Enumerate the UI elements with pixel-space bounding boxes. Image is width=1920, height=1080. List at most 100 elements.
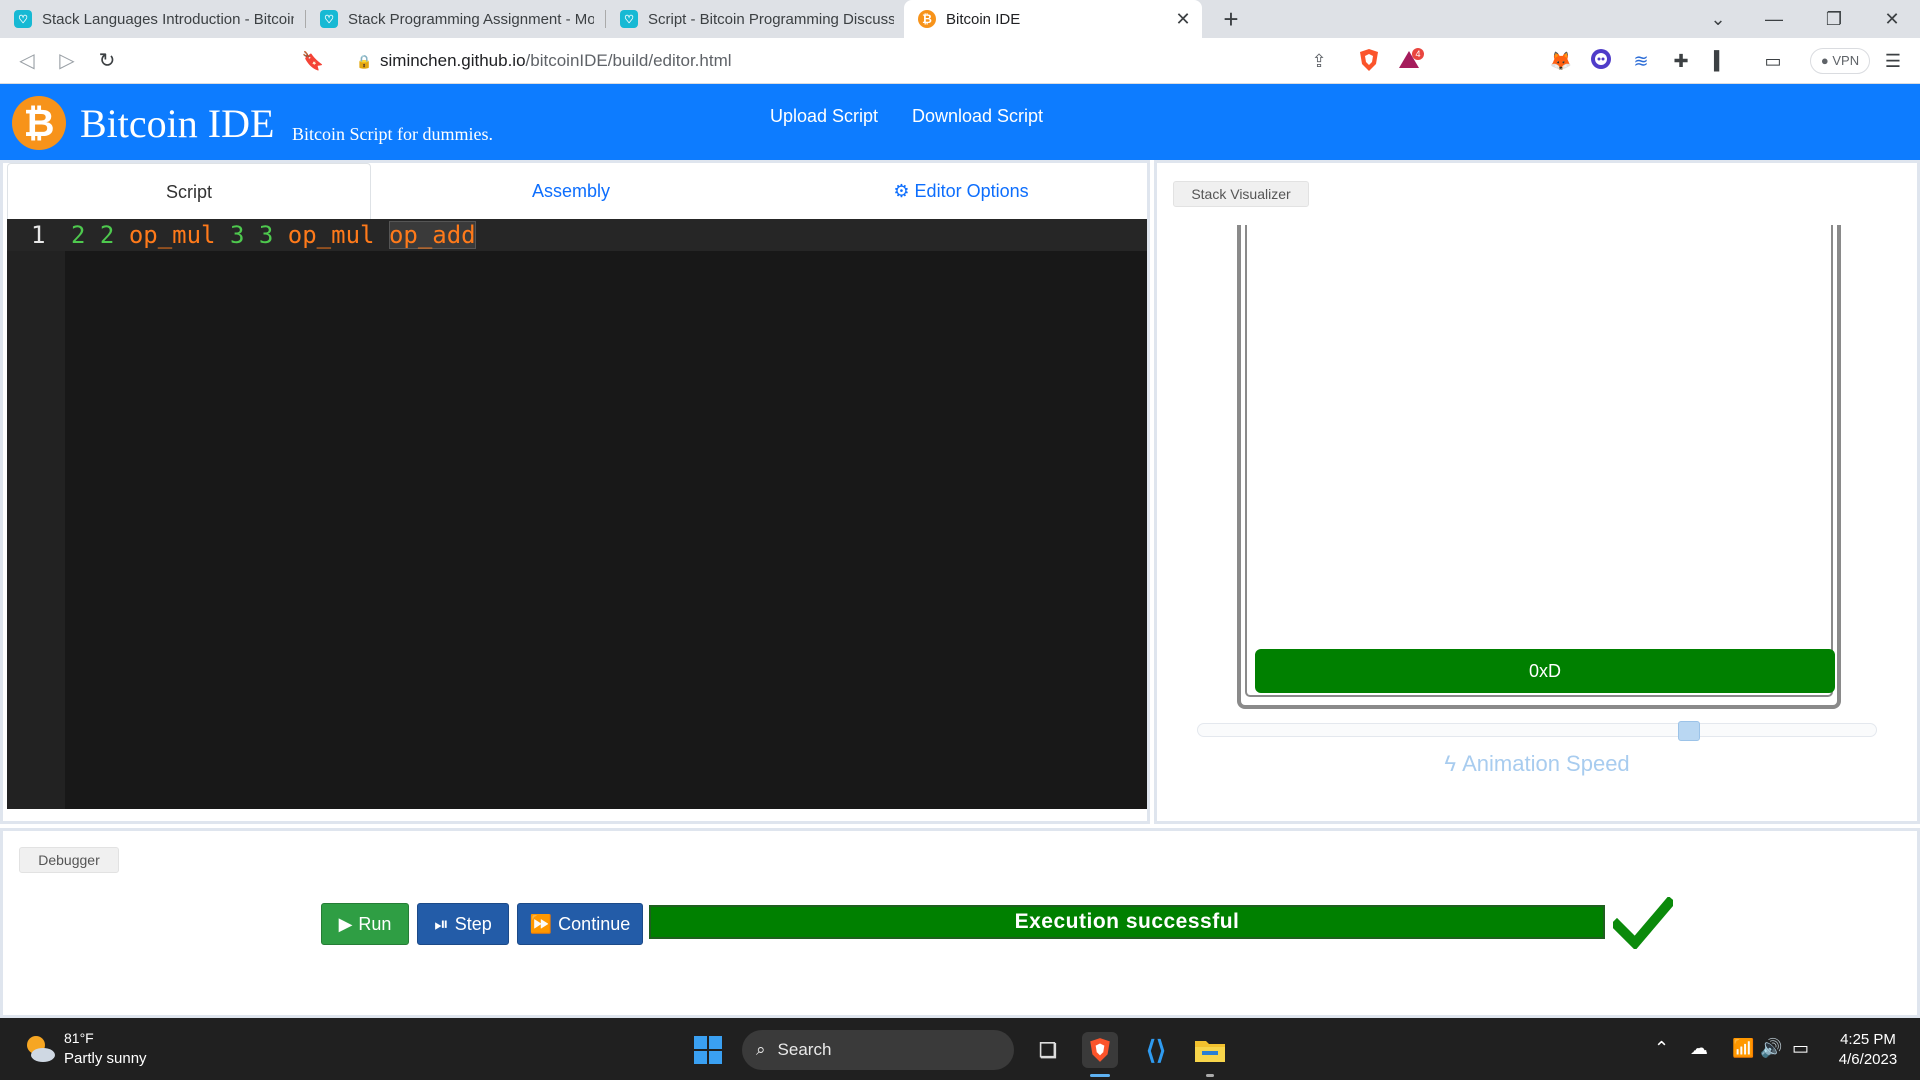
- layers-extension-icon[interactable]: ≋: [1628, 48, 1654, 74]
- animation-speed-slider[interactable]: [1197, 721, 1877, 741]
- brave-shield-icon[interactable]: [1356, 48, 1382, 74]
- fast-forward-icon: ⏩: [529, 913, 553, 934]
- checkmark-icon: [1613, 897, 1673, 949]
- code-token-opcode: op_mul: [128, 221, 216, 249]
- editor-tabs: Script Assembly ⚙ Editor Options: [7, 163, 1147, 219]
- debugger-panel: Debugger ▶ Run ⏯ Step ⏩ Continue Executi…: [0, 828, 1920, 1018]
- upload-script-link[interactable]: Upload Script: [770, 106, 878, 127]
- system-clock[interactable]: 4:25 PM 4/6/2023: [1820, 1030, 1916, 1070]
- brave-rewards-icon[interactable]: 4: [1398, 48, 1424, 74]
- address-bar[interactable]: 🔒 siminchen.github.io/bitcoinIDE/build/e…: [342, 43, 1432, 79]
- step-label: Step: [454, 913, 492, 934]
- search-icon: ⌕: [756, 1040, 766, 1059]
- browser-tab-active[interactable]: ₿ Bitcoin IDE ✕: [904, 0, 1202, 38]
- weather-description[interactable]: Partly sunny: [64, 1050, 147, 1067]
- animation-speed-text: Animation Speed: [1462, 751, 1630, 776]
- extension-face-icon[interactable]: [1588, 48, 1614, 74]
- lock-icon: 🔒: [356, 54, 373, 69]
- bookmark-icon[interactable]: 🔖: [298, 46, 328, 76]
- tab-assembly[interactable]: Assembly: [371, 163, 771, 219]
- rewards-badge: 4: [1415, 49, 1420, 59]
- bitcoin-favicon-icon: ₿: [918, 10, 936, 28]
- browser-tab-title: Bitcoin IDE: [946, 10, 1021, 28]
- share-icon[interactable]: ⇪: [1306, 48, 1332, 74]
- vpn-button[interactable]: ● VPN: [1810, 48, 1870, 74]
- taskbar: 81°F Partly sunny ⌕ Search ❏ ⟨⟩ ⌃ ☁ 📶 🔊 …: [0, 1018, 1920, 1080]
- back-icon[interactable]: ◁: [12, 46, 42, 76]
- metamask-icon[interactable]: 🦊: [1548, 48, 1574, 74]
- url-host: siminchen.github.io: [380, 51, 526, 70]
- menu-icon[interactable]: ☰: [1880, 48, 1906, 74]
- lightning-icon: ϟ: [1444, 751, 1456, 776]
- code-line[interactable]: 2 2 op_mul 3 3 op_mul op_add: [71, 221, 476, 249]
- chevron-up-icon[interactable]: ⌃: [1654, 1038, 1669, 1059]
- browser-tab-title: Stack Programming Assignment - Mor: [348, 10, 594, 28]
- play-icon: ▶: [338, 913, 353, 934]
- browser-tab-title: Script - Bitcoin Programming Discussi: [648, 10, 894, 28]
- reload-icon[interactable]: ↻: [92, 46, 122, 76]
- url-path: /bitcoinIDE/build/editor.html: [525, 51, 732, 70]
- browser-tab-strip: ♡ Stack Languages Introduction - Bitcoin…: [0, 0, 1920, 38]
- app-title[interactable]: Bitcoin IDE: [80, 100, 274, 147]
- task-view-icon[interactable]: ❏: [1030, 1032, 1066, 1068]
- onedrive-cloud-icon[interactable]: ☁: [1690, 1038, 1708, 1059]
- brave-browser-icon[interactable]: [1082, 1032, 1118, 1068]
- tab-search-icon[interactable]: ⌄: [1694, 0, 1742, 38]
- browser-tab-title: Stack Languages Introduction - Bitcoin: [42, 10, 294, 28]
- app-header: ₿ Bitcoin IDE Bitcoin Script for dummies…: [0, 84, 1920, 160]
- browser-toolbar: ◁ ▷ ↻ 🔖 🔒 siminchen.github.io/bitcoinIDE…: [0, 38, 1920, 84]
- active-app-indicator: [1090, 1074, 1110, 1077]
- tab-script[interactable]: Script: [7, 163, 371, 219]
- bitcoin-logo-icon: ₿: [12, 96, 66, 150]
- code-token-number: 2: [99, 221, 115, 249]
- file-explorer-icon[interactable]: [1192, 1032, 1228, 1068]
- taskbar-search[interactable]: ⌕ Search: [742, 1030, 1014, 1070]
- tab-editor-options-label: Editor Options: [914, 181, 1029, 201]
- forward-icon[interactable]: ▷: [52, 46, 82, 76]
- slider-handle[interactable]: [1678, 721, 1700, 741]
- code-editor[interactable]: 1 2 2 op_mul 3 3 op_mul op_add: [7, 219, 1147, 809]
- clock-time: 4:25 PM: [1840, 1031, 1896, 1048]
- browser-tab[interactable]: ♡ Stack Languages Introduction - Bitcoin: [0, 0, 304, 38]
- windows-start-icon[interactable]: [694, 1036, 722, 1064]
- download-script-link[interactable]: Download Script: [912, 106, 1043, 127]
- site-favicon-icon: ♡: [620, 10, 638, 28]
- wallet-icon[interactable]: ▭: [1760, 48, 1786, 74]
- stack-container: 0xD: [1237, 225, 1841, 709]
- code-token-number: 3: [258, 221, 274, 249]
- close-tab-icon[interactable]: ✕: [1174, 9, 1192, 30]
- browser-tab[interactable]: ♡ Script - Bitcoin Programming Discussi: [606, 0, 904, 38]
- extensions-puzzle-icon[interactable]: ✚: [1668, 48, 1694, 74]
- code-token-opcode: op_add: [388, 221, 476, 249]
- stack-item: 0xD: [1255, 649, 1835, 693]
- continue-label: Continue: [558, 913, 631, 934]
- window-close-icon[interactable]: ✕: [1868, 0, 1916, 38]
- minimize-icon[interactable]: —: [1750, 0, 1798, 38]
- tab-editor-options[interactable]: ⚙ Editor Options: [771, 163, 1151, 219]
- run-label: Run: [358, 913, 392, 934]
- battery-icon[interactable]: ▭: [1792, 1038, 1809, 1059]
- search-label: Search: [777, 1040, 832, 1059]
- restore-icon[interactable]: ❐: [1810, 0, 1858, 38]
- continue-button[interactable]: ⏩ Continue: [517, 903, 643, 945]
- site-favicon-icon: ♡: [14, 10, 32, 28]
- line-number: 1: [31, 221, 46, 249]
- clock-date: 4/6/2023: [1838, 1051, 1898, 1068]
- wifi-icon[interactable]: 📶: [1732, 1038, 1754, 1059]
- step-icon: ⏯: [434, 913, 449, 934]
- debugger-label: Debugger: [19, 847, 119, 873]
- volume-icon[interactable]: 🔊: [1760, 1038, 1782, 1059]
- vscode-icon[interactable]: ⟨⟩: [1138, 1032, 1174, 1068]
- code-token-number: 3: [229, 221, 245, 249]
- weather-temperature[interactable]: 81°F: [64, 1030, 94, 1046]
- new-tab-button[interactable]: +: [1216, 4, 1246, 34]
- code-token-number: 2: [71, 221, 86, 249]
- line-gutter: [7, 219, 65, 809]
- browser-tab[interactable]: ♡ Stack Programming Assignment - Mor: [306, 0, 604, 38]
- run-button[interactable]: ▶ Run: [321, 903, 409, 945]
- sidebar-icon[interactable]: ▍: [1708, 48, 1734, 74]
- app-tagline: Bitcoin Script for dummies.: [292, 124, 493, 144]
- code-token-opcode: op_mul: [287, 221, 375, 249]
- partly-sunny-icon[interactable]: [22, 1032, 56, 1066]
- step-button[interactable]: ⏯ Step: [417, 903, 509, 945]
